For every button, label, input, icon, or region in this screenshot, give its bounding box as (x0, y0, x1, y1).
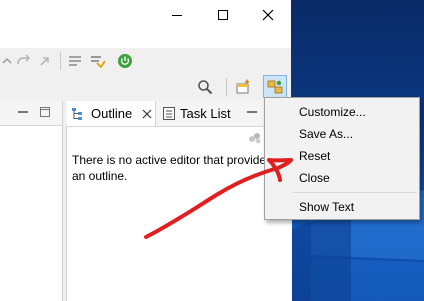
outline-view-menu-button[interactable] (247, 130, 263, 146)
left-view-tabstrip (0, 101, 62, 126)
menu-item-label: Show Text (299, 200, 355, 214)
outline-message-line2: an outline. (72, 169, 128, 183)
menu-item-label: Reset (299, 149, 331, 163)
outline-message-line1: There is no active editor that provide (72, 153, 267, 167)
menu-item-close[interactable]: Close (265, 167, 419, 189)
menu-separator (293, 192, 417, 193)
toolbar-button-1[interactable] (0, 53, 14, 69)
perspective-context-menu: Customize... Save As... Reset Close Show… (264, 97, 420, 220)
maximize-icon (218, 10, 228, 20)
menu-item-label: Close (299, 171, 330, 185)
left-view (0, 101, 63, 301)
tab-outline[interactable]: Outline (67, 101, 156, 126)
close-icon (262, 9, 274, 21)
close-icon[interactable] (141, 108, 153, 120)
menu-item-label: Customize... (299, 105, 366, 119)
tab-task-list-label: Task List (180, 106, 231, 121)
perspective-toolbar (0, 74, 291, 100)
close-window-button[interactable] (245, 0, 291, 30)
tab-task-list[interactable]: Task List (158, 101, 238, 126)
menu-item-label: Save As... (299, 127, 354, 141)
toolbar-button-5[interactable] (88, 52, 108, 70)
debug-icon (91, 56, 106, 69)
minimize-icon (172, 15, 182, 16)
perspective-icon (267, 80, 283, 93)
tab-outline-label: Outline (91, 106, 133, 121)
perspective-button[interactable] (263, 75, 287, 98)
task-list-icon (163, 107, 175, 120)
dots-icon (249, 133, 261, 144)
maximize-icon (40, 107, 50, 117)
left-maximize-button[interactable] (38, 106, 52, 118)
menu-item-save-as[interactable]: Save As... (265, 123, 419, 145)
search-icon (198, 80, 213, 95)
toolbar-button-4[interactable] (66, 52, 84, 70)
search-button[interactable] (196, 78, 214, 96)
menu-item-customize[interactable]: Customize... (265, 101, 419, 123)
left-minimize-button[interactable] (16, 106, 30, 118)
toolbar-button-3[interactable] (36, 53, 56, 69)
menu-item-reset[interactable]: Reset (265, 145, 419, 167)
toolbar-button-2[interactable] (14, 53, 34, 69)
minimize-button[interactable] (154, 0, 200, 30)
main-toolbar (0, 48, 291, 74)
nav-icon (40, 57, 49, 66)
open-perspective-button[interactable] (233, 78, 253, 96)
toolbar-separator-2 (226, 78, 227, 96)
toolbar-separator (60, 52, 61, 70)
outline-minimize-button[interactable] (245, 106, 259, 118)
open-perspective-icon (236, 79, 250, 94)
outline-empty-message: There is no active editor that provide a… (72, 152, 282, 184)
minimize-icon (247, 111, 257, 113)
power-icon (118, 54, 132, 68)
menu-item-show-text[interactable]: Show Text (265, 196, 419, 218)
list-icon (69, 56, 81, 66)
redo-icon (17, 54, 30, 65)
maximize-button[interactable] (200, 0, 246, 30)
undo-icon (2, 57, 12, 64)
toolbar-button-6[interactable] (116, 52, 134, 70)
outline-icon (72, 107, 82, 120)
minimize-icon (18, 111, 28, 113)
